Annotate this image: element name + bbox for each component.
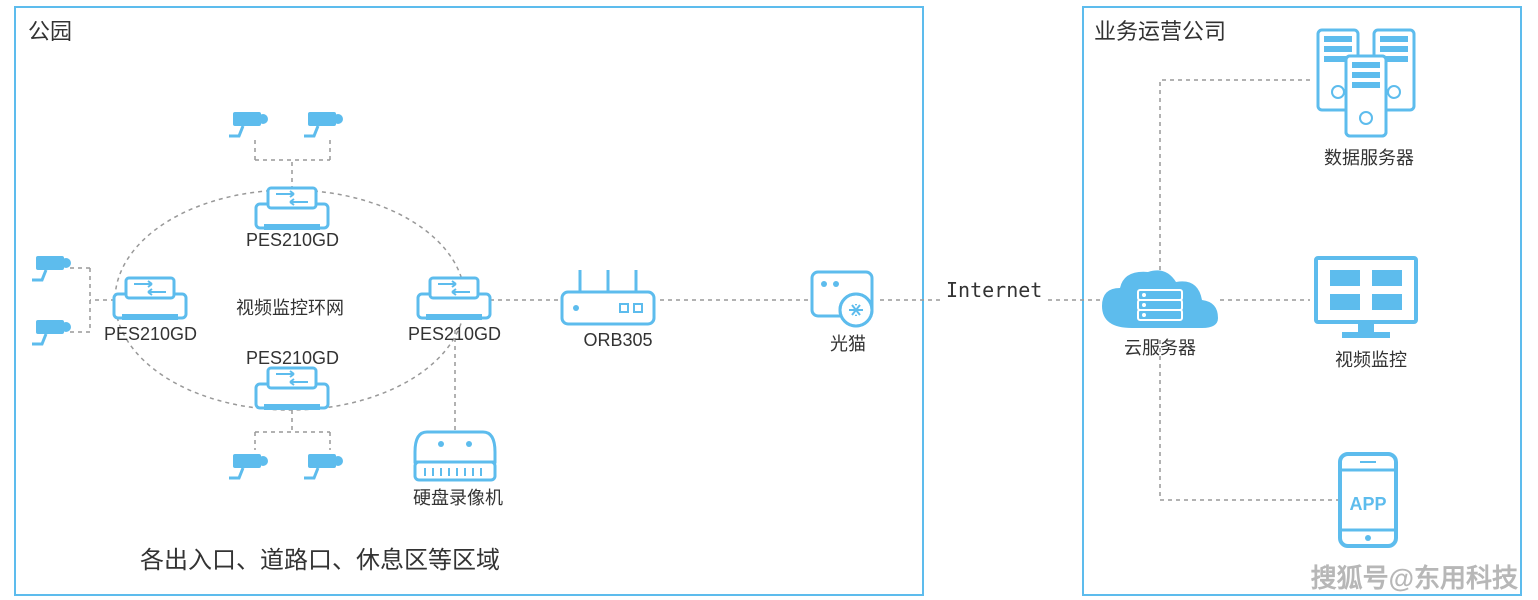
switch-left-label: PES210GD bbox=[104, 324, 196, 345]
watermark: 搜狐号@东用科技 bbox=[1311, 558, 1518, 595]
switch-bottom-label: PES210GD bbox=[246, 348, 338, 369]
cloud-label: 云服务器 bbox=[1120, 334, 1200, 360]
router-label: ORB305 bbox=[578, 330, 658, 351]
ring-label: 视频监控环网 bbox=[220, 294, 360, 320]
ops-title: 业务运营公司 bbox=[1094, 14, 1226, 46]
internet-label: Internet bbox=[942, 278, 1046, 302]
video-label: 视频监控 bbox=[1326, 346, 1416, 372]
data-server-label: 数据服务器 bbox=[1314, 144, 1424, 170]
park-footer: 各出入口、道路口、休息区等区域 bbox=[140, 540, 500, 575]
park-title: 公园 bbox=[28, 14, 72, 46]
nvr-label: 硬盘录像机 bbox=[408, 484, 508, 510]
modem-label: 光猫 bbox=[818, 330, 878, 356]
ops-box bbox=[1082, 6, 1522, 596]
switch-right-label: PES210GD bbox=[408, 324, 500, 345]
switch-top-label: PES210GD bbox=[246, 230, 338, 251]
